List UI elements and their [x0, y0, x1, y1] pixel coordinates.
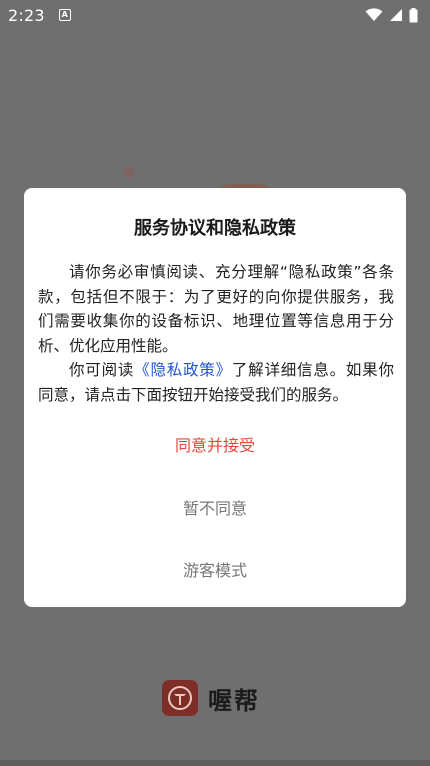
decline-button[interactable]: 暂不同意 [24, 495, 406, 519]
status-bar: 2:23 A [0, 0, 430, 30]
dialog-title: 服务协议和隐私政策 [134, 218, 296, 239]
navigation-bar [0, 760, 430, 766]
paragraph-2-prefix: 你可阅读 [69, 361, 135, 379]
wifi-icon [365, 8, 383, 21]
status-icons [365, 7, 418, 23]
dialog-body: 请你务必审慎阅读、充分理解“隐私政策”各条款，包括但不限于：为了更好的向你提供服… [38, 260, 394, 407]
signal-icon [390, 9, 402, 21]
accept-button[interactable]: 同意并接受 [24, 432, 406, 456]
brand-name: 喔帮 [208, 686, 260, 715]
brand-logo-icon [162, 680, 198, 716]
brand-logo: 喔帮 [162, 680, 260, 716]
background-decoration [124, 166, 134, 178]
privacy-dialog: 服务协议和隐私政策 请你务必审慎阅读、充分理解“隐私政策”各条款，包括但不限于：… [24, 188, 406, 607]
battery-icon [409, 7, 418, 22]
status-time: 2:23 [8, 5, 45, 25]
dialog-paragraph-2: 你可阅读《隐私政策》了解详细信息。如果你同意，请点击下面按钮开始接受我们的服务。 [38, 358, 394, 407]
dialog-paragraph-1: 请你务必审慎阅读、充分理解“隐私政策”各条款，包括但不限于：为了更好的向你提供服… [38, 263, 394, 355]
guest-mode-button[interactable]: 游客模式 [24, 557, 406, 581]
a-notification-icon: A [58, 9, 71, 21]
privacy-policy-link[interactable]: 《隐私政策》 [134, 361, 232, 379]
